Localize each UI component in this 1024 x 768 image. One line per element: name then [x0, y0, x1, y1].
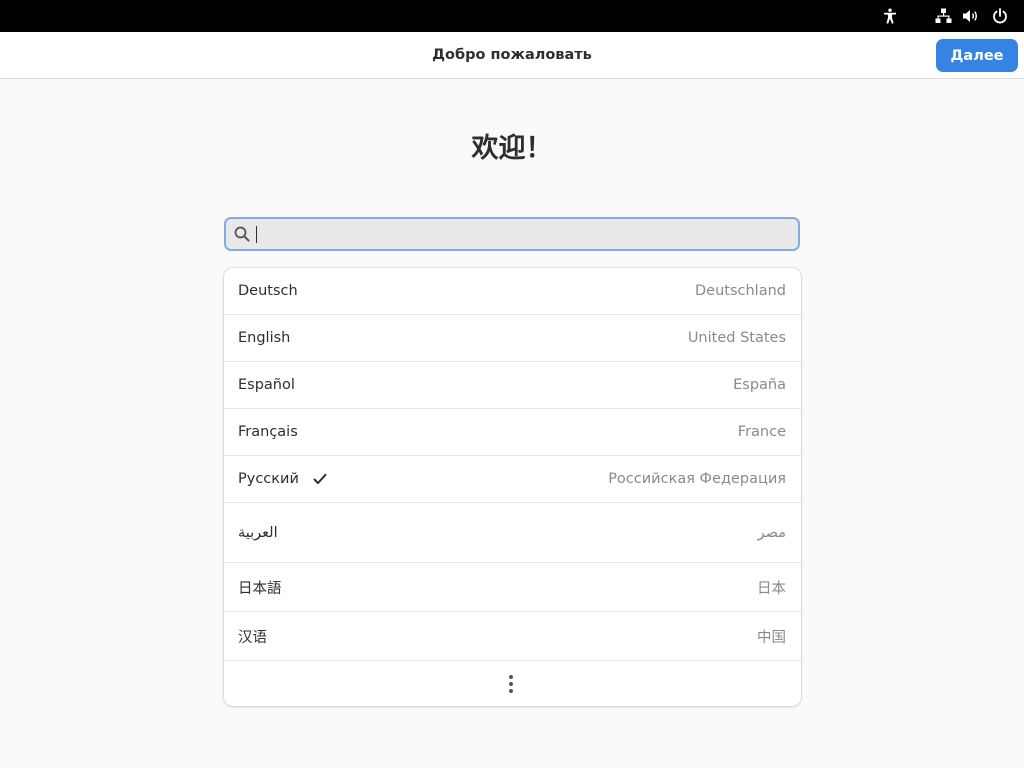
language-name: Русский [238, 471, 299, 487]
language-row-espanol[interactable]: Español España [224, 362, 801, 409]
top-bar [0, 0, 1024, 32]
language-name: العربية [238, 524, 278, 541]
language-row-francais[interactable]: Français France [224, 409, 801, 456]
check-icon [313, 473, 327, 484]
search-input[interactable] [256, 221, 786, 247]
header-bar: Добро пожаловать Далее [0, 32, 1024, 79]
volume-icon[interactable] [961, 6, 981, 26]
more-vertical-icon [509, 675, 513, 693]
language-list: Deutsch Deutschland English United State… [224, 268, 801, 706]
next-button[interactable]: Далее [936, 39, 1018, 72]
language-row-arabic[interactable]: العربية مصر [224, 503, 801, 563]
language-region: España [733, 377, 786, 393]
text-cursor [256, 226, 257, 243]
language-region: Российская Федерация [608, 471, 786, 487]
page-title: Добро пожаловать [432, 47, 592, 63]
language-row-deutsch[interactable]: Deutsch Deutschland [224, 268, 801, 315]
language-name-selected: Русский [238, 456, 327, 502]
language-row-russian[interactable]: Русский Российская Федерация [224, 456, 801, 503]
accessibility-icon[interactable] [880, 6, 900, 26]
language-row-english[interactable]: English United States [224, 315, 801, 362]
language-name: Español [238, 377, 295, 393]
language-name: Français [238, 424, 298, 440]
language-region: Deutschland [695, 283, 786, 299]
language-region: مصر [757, 524, 786, 541]
language-row-chinese[interactable]: 汉语 中国 [224, 612, 801, 661]
network-icon[interactable] [933, 6, 953, 26]
power-icon[interactable] [990, 6, 1010, 26]
search-box[interactable] [224, 217, 800, 251]
language-region: France [737, 424, 786, 440]
search-icon [234, 226, 250, 242]
language-name: 日本語 [238, 580, 282, 597]
language-name: Deutsch [238, 283, 298, 299]
more-languages-button[interactable] [224, 661, 801, 706]
language-region: 日本 [757, 580, 786, 597]
language-name: 汉语 [238, 629, 267, 646]
language-region: 中国 [757, 629, 786, 646]
language-row-japanese[interactable]: 日本語 日本 [224, 563, 801, 612]
welcome-heading: 欢迎！ [471, 133, 553, 164]
language-name: English [238, 330, 291, 346]
language-region: United States [687, 330, 786, 346]
